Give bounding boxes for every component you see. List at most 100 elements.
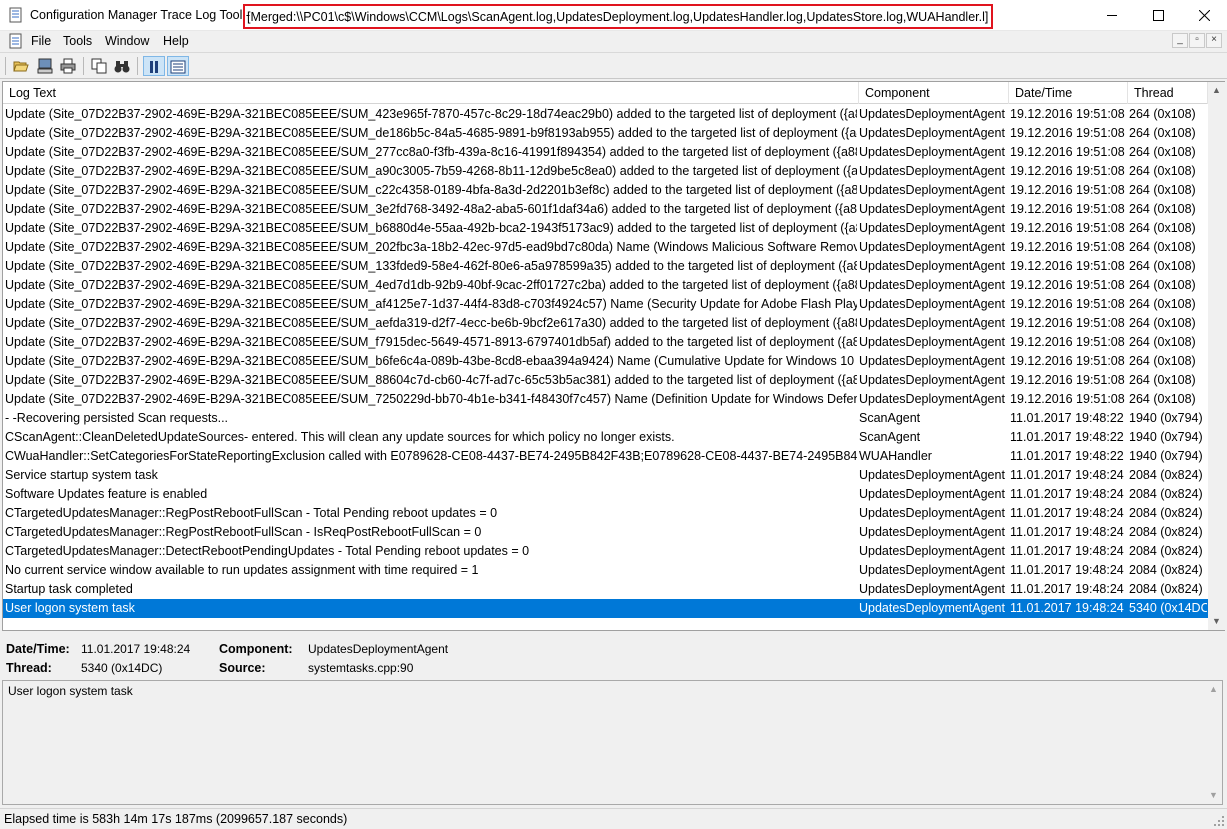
thread-cell: 264 (0x108) bbox=[1129, 335, 1196, 349]
log-row[interactable]: Update (Site_07D22B37-2902-469E-B29A-321… bbox=[3, 238, 1208, 257]
log-list[interactable]: Log Text Component Date/Time Thread Upda… bbox=[2, 81, 1225, 631]
log-row[interactable]: No current service window available to r… bbox=[3, 561, 1208, 580]
log-row[interactable]: Update (Site_07D22B37-2902-469E-B29A-321… bbox=[3, 162, 1208, 181]
log-text-cell: CTargetedUpdatesManager::DetectRebootPen… bbox=[5, 544, 530, 558]
close-button[interactable] bbox=[1181, 0, 1227, 31]
component-cell: ScanAgent bbox=[859, 430, 921, 444]
column-header-log-text[interactable]: Log Text bbox=[3, 82, 859, 104]
datetime-cell: 11.01.2017 19:48:24 bbox=[1010, 487, 1124, 501]
datetime-cell: 19.12.2016 19:51:08 bbox=[1010, 354, 1125, 368]
menu-window[interactable]: Window bbox=[105, 34, 149, 48]
log-row[interactable]: Startup task completed UpdatesDeploymentA… bbox=[3, 580, 1208, 599]
source-label: Source: bbox=[219, 661, 266, 675]
log-text-cell: Update (Site_07D22B37-2902-469E-B29A-321… bbox=[5, 107, 857, 121]
log-row[interactable]: Service startup system task UpdatesDeploy… bbox=[3, 466, 1208, 485]
computer-icon bbox=[37, 58, 53, 74]
log-row[interactable]: Update (Site_07D22B37-2902-469E-B29A-321… bbox=[3, 181, 1208, 200]
thread-cell: 2084 (0x824) bbox=[1129, 506, 1203, 520]
log-row[interactable]: Update (Site_07D22B37-2902-469E-B29A-321… bbox=[3, 257, 1208, 276]
thread-cell: 2084 (0x824) bbox=[1129, 544, 1203, 558]
component-cell: ScanAgent bbox=[859, 411, 921, 425]
open-on-server-button[interactable] bbox=[34, 56, 56, 76]
log-row[interactable]: CTargetedUpdatesManager::DetectRebootPen… bbox=[3, 542, 1208, 561]
thread-cell: 264 (0x108) bbox=[1129, 107, 1196, 121]
log-row[interactable]: - -Recovering persisted Scan requests...… bbox=[3, 409, 1208, 428]
open-button[interactable] bbox=[10, 56, 32, 76]
mdi-restore-button[interactable]: ▫ bbox=[1189, 33, 1205, 48]
pause-button[interactable] bbox=[143, 56, 165, 76]
title-bar: Configuration Manager Trace Log Tool - [… bbox=[0, 0, 1227, 31]
log-list-scrollbar[interactable]: ▲ ▼ bbox=[1208, 82, 1225, 630]
thread-cell: 264 (0x108) bbox=[1129, 221, 1196, 235]
close-icon bbox=[1198, 9, 1210, 22]
mdi-close-button[interactable]: × bbox=[1206, 33, 1222, 48]
thread-cell: 2084 (0x824) bbox=[1129, 525, 1203, 539]
find-button[interactable] bbox=[111, 56, 133, 76]
copy-icon bbox=[91, 58, 107, 74]
details-pane-button[interactable] bbox=[167, 56, 189, 76]
message-scrollbar[interactable]: ▲ ▼ bbox=[1205, 681, 1222, 804]
log-row[interactable]: Update (Site_07D22B37-2902-469E-B29A-321… bbox=[3, 124, 1208, 143]
log-row[interactable]: CTargetedUpdatesManager::RegPostRebootFu… bbox=[3, 504, 1208, 523]
log-row[interactable]: Update (Site_07D22B37-2902-469E-B29A-321… bbox=[3, 295, 1208, 314]
log-text-cell: CTargetedUpdatesManager::RegPostRebootFu… bbox=[5, 506, 498, 520]
minimize-button[interactable] bbox=[1089, 0, 1135, 31]
log-row[interactable]: Update (Site_07D22B37-2902-469E-B29A-321… bbox=[3, 219, 1208, 238]
log-row[interactable]: Update (Site_07D22B37-2902-469E-B29A-321… bbox=[3, 371, 1208, 390]
thread-cell: 264 (0x108) bbox=[1129, 316, 1196, 330]
datetime-cell: 11.01.2017 19:48:24 bbox=[1010, 601, 1124, 615]
component-cell: UpdatesDeploymentAgent bbox=[859, 145, 1005, 159]
toolbar bbox=[0, 52, 1227, 79]
log-text-cell: Update (Site_07D22B37-2902-469E-B29A-321… bbox=[5, 335, 857, 349]
menu-file[interactable]: File bbox=[31, 34, 51, 48]
log-row[interactable]: Update (Site_07D22B37-2902-469E-B29A-321… bbox=[3, 352, 1208, 371]
thread-value: 5340 (0x14DC) bbox=[81, 661, 163, 675]
log-text-cell: Software Updates feature is enabled bbox=[5, 487, 208, 501]
message-text-box[interactable]: User logon system task ▲ ▼ bbox=[2, 680, 1223, 805]
copy-button[interactable] bbox=[88, 56, 110, 76]
log-row[interactable]: CTargetedUpdatesManager::RegPostRebootFu… bbox=[3, 523, 1208, 542]
log-row[interactable]: CScanAgent::CleanDeletedUpdateSources- e… bbox=[3, 428, 1208, 447]
print-button[interactable] bbox=[57, 56, 79, 76]
component-cell: UpdatesDeploymentAgent bbox=[859, 487, 1005, 501]
log-row[interactable]: Update (Site_07D22B37-2902-469E-B29A-321… bbox=[3, 333, 1208, 352]
mdi-minimize-button[interactable]: _ bbox=[1172, 33, 1188, 48]
maximize-button[interactable] bbox=[1135, 0, 1181, 31]
minimize-icon: _ bbox=[1177, 34, 1183, 45]
datetime-cell: 19.12.2016 19:51:08 bbox=[1010, 126, 1125, 140]
log-row-selected[interactable]: User logon system task UpdatesDeploymentA… bbox=[3, 599, 1208, 618]
log-row[interactable]: Update (Site_07D22B37-2902-469E-B29A-321… bbox=[3, 276, 1208, 295]
log-row[interactable]: Update (Site_07D22B37-2902-469E-B29A-321… bbox=[3, 390, 1208, 409]
menu-help[interactable]: Help bbox=[163, 34, 189, 48]
column-header-component[interactable]: Component bbox=[859, 82, 1009, 104]
column-header-thread[interactable]: Thread bbox=[1128, 82, 1208, 104]
log-text-cell: No current service window available to r… bbox=[5, 563, 479, 577]
log-text-cell: Update (Site_07D22B37-2902-469E-B29A-321… bbox=[5, 221, 857, 235]
document-icon[interactable] bbox=[8, 33, 24, 49]
datetime-value: 11.01.2017 19:48:24 bbox=[81, 642, 191, 656]
thread-cell: 5340 (0x14DC) bbox=[1129, 601, 1207, 615]
log-row[interactable]: CWuaHandler::SetCategoriesForStateReport… bbox=[3, 447, 1208, 466]
component-cell: UpdatesDeploymentAgent bbox=[859, 183, 1005, 197]
column-header-datetime[interactable]: Date/Time bbox=[1009, 82, 1128, 104]
log-row[interactable]: Update (Site_07D22B37-2902-469E-B29A-321… bbox=[3, 314, 1208, 333]
component-cell: UpdatesDeploymentAgent bbox=[859, 392, 1005, 406]
scroll-up-icon[interactable]: ▲ bbox=[1208, 82, 1225, 99]
log-row[interactable]: Update (Site_07D22B37-2902-469E-B29A-321… bbox=[3, 200, 1208, 219]
scroll-down-icon[interactable]: ▼ bbox=[1205, 787, 1222, 804]
thread-cell: 2084 (0x824) bbox=[1129, 582, 1203, 596]
component-label: Component: bbox=[219, 642, 293, 656]
component-cell: UpdatesDeploymentAgent bbox=[859, 468, 1005, 482]
thread-cell: 1940 (0x794) bbox=[1129, 430, 1203, 444]
resize-grip-icon[interactable] bbox=[1213, 815, 1225, 827]
menu-tools[interactable]: Tools bbox=[63, 34, 92, 48]
scroll-up-icon[interactable]: ▲ bbox=[1205, 681, 1222, 698]
scroll-down-icon[interactable]: ▼ bbox=[1208, 613, 1225, 630]
log-row[interactable]: Software Updates feature is enabled Updat… bbox=[3, 485, 1208, 504]
thread-cell: 264 (0x108) bbox=[1129, 183, 1196, 197]
log-text-cell: Update (Site_07D22B37-2902-469E-B29A-321… bbox=[5, 164, 857, 178]
log-text-cell: Update (Site_07D22B37-2902-469E-B29A-321… bbox=[5, 392, 857, 406]
log-row[interactable]: Update (Site_07D22B37-2902-469E-B29A-321… bbox=[3, 105, 1208, 124]
log-text-cell: User logon system task bbox=[5, 601, 135, 615]
log-row[interactable]: Update (Site_07D22B37-2902-469E-B29A-321… bbox=[3, 143, 1208, 162]
